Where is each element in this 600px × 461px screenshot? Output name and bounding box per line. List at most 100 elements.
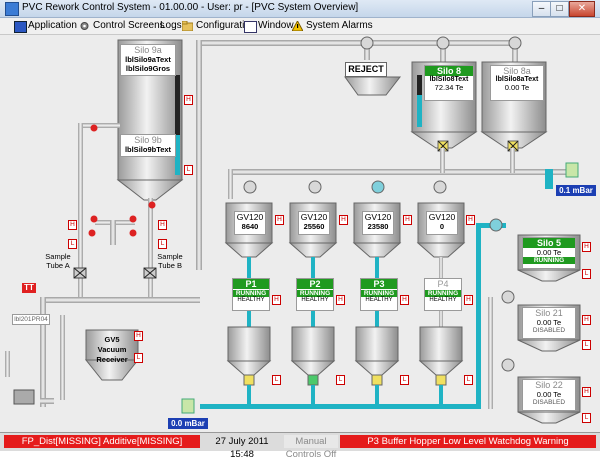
gv-name: GV120 bbox=[236, 212, 264, 222]
silo21-status: DISABLED bbox=[532, 327, 566, 334]
minimize-button[interactable]: – bbox=[532, 1, 551, 17]
high-level-tag: H bbox=[403, 215, 412, 225]
pipe bbox=[60, 315, 65, 400]
blower bbox=[13, 389, 35, 405]
valve bbox=[243, 180, 257, 194]
pipe bbox=[148, 198, 153, 303]
valve bbox=[433, 180, 447, 194]
status-datetime: 27 July 2011 15:48 bbox=[215, 436, 269, 460]
menu-logs-label: Logs bbox=[160, 20, 182, 31]
valve bbox=[371, 180, 385, 194]
tt-label: lbl201PR04 bbox=[12, 314, 50, 325]
status-missing: FP_Dist[MISSING] Additive[MISSING] bbox=[4, 435, 200, 448]
high-level-tag: H bbox=[272, 295, 281, 305]
status-alarm[interactable]: P3 Buffer Hopper Low Level Watchdog Warn… bbox=[340, 435, 596, 448]
menu-bar: Application Control Screens Logs Configu… bbox=[0, 18, 600, 35]
status-manual-controls[interactable]: Manual Controls Off bbox=[284, 435, 338, 460]
menu-window[interactable]: Window bbox=[244, 19, 294, 33]
low-level-tag: L bbox=[400, 375, 409, 385]
title-bar: PVC Rework Control System - 01.00.00 - U… bbox=[0, 0, 600, 18]
silo5-panel[interactable]: Silo 5 0.00 Te RUNNING bbox=[522, 237, 576, 269]
gv120-panel-3[interactable]: GV120 23580 bbox=[362, 211, 394, 235]
silo8-value: 72.34 Te bbox=[434, 83, 464, 92]
menu-application-label: Application bbox=[28, 20, 77, 31]
silo9-cone bbox=[116, 179, 184, 201]
reject-button[interactable]: REJECT bbox=[345, 62, 387, 77]
warning-icon bbox=[291, 19, 304, 32]
menu-application[interactable]: Application bbox=[14, 19, 77, 33]
maximize-button[interactable]: □ bbox=[550, 1, 569, 17]
low-level-tag: L bbox=[184, 165, 193, 175]
pump-name: P1 bbox=[233, 279, 269, 289]
pipe bbox=[5, 351, 10, 377]
pump-health: HEALTHY bbox=[429, 297, 457, 303]
gv-value: 0 bbox=[439, 222, 445, 231]
silo9-gros: lblSilo9Gros bbox=[125, 64, 171, 73]
pump-panel-p1[interactable]: P1 RUNNING HEALTHY bbox=[232, 278, 270, 311]
menu-logs[interactable]: Logs bbox=[146, 19, 182, 33]
gv120-panel-1[interactable]: GV120 8640 bbox=[234, 211, 266, 235]
gv-value: 23580 bbox=[367, 222, 389, 231]
high-level-tag: H bbox=[582, 387, 591, 397]
pump-status: RUNNING bbox=[233, 290, 269, 297]
valve bbox=[501, 290, 515, 304]
pump-panel-p4[interactable]: P4 RUNNING HEALTHY bbox=[424, 278, 462, 311]
silo8a-panel[interactable]: Silo 8a lblSilo8aText 0.00 Te bbox=[490, 65, 544, 101]
silo22-value: 0.00 Te bbox=[536, 390, 562, 399]
silo22-panel[interactable]: Silo 22 0.00 Te DISABLED bbox=[522, 379, 576, 411]
gv120-panel-4[interactable]: GV120 0 bbox=[426, 211, 458, 235]
gv-name: GV120 bbox=[364, 212, 392, 222]
pump-status: RUNNING bbox=[297, 290, 333, 297]
pump-name: P4 bbox=[437, 279, 449, 289]
valve bbox=[129, 229, 137, 237]
menu-system-alarms-label: System Alarms bbox=[306, 20, 373, 31]
high-level-tag: H bbox=[400, 295, 409, 305]
status-bar: FP_Dist[MISSING] Additive[MISSING] 27 Ju… bbox=[0, 432, 600, 460]
silo21-value: 0.00 Te bbox=[536, 318, 562, 327]
high-level-tag: H bbox=[336, 295, 345, 305]
pump-panel-p3[interactable]: P3 RUNNING HEALTHY bbox=[360, 278, 398, 311]
high-level-tag: H bbox=[275, 215, 284, 225]
window-icon bbox=[244, 21, 257, 33]
silo5-status: RUNNING bbox=[523, 257, 575, 264]
gv-name: GV120 bbox=[300, 212, 328, 222]
silo8-panel[interactable]: Silo 8 lblSilo8Text 72.34 Te bbox=[424, 65, 474, 101]
silo8-name: Silo 8 bbox=[425, 66, 473, 76]
pump-name: P3 bbox=[361, 279, 397, 289]
pump-health: HEALTHY bbox=[365, 297, 393, 303]
pressure-sensor bbox=[565, 162, 579, 178]
gv-name: GV120 bbox=[428, 212, 456, 222]
gv120-panel-2[interactable]: GV120 25560 bbox=[298, 211, 330, 235]
pipe-active bbox=[545, 169, 553, 189]
silo8-level-fill bbox=[417, 95, 422, 127]
silo9b-panel[interactable]: Silo 9b lblSilo9bText bbox=[120, 134, 176, 157]
sample-tube-b-label: Sample Tube B bbox=[157, 252, 183, 270]
pressure-readout-right: 0.1 mBar bbox=[556, 185, 596, 196]
menu-system-alarms[interactable]: System Alarms bbox=[291, 19, 373, 33]
pump-status: RUNNING bbox=[361, 290, 397, 297]
close-button[interactable]: ✕ bbox=[569, 1, 595, 17]
reject-hopper bbox=[344, 76, 402, 96]
temperature-transmitter[interactable]: TT bbox=[22, 283, 36, 293]
silo22-name: Silo 22 bbox=[535, 380, 563, 390]
pipe bbox=[196, 40, 202, 270]
high-level-tag: H bbox=[184, 95, 193, 105]
silo21-panel[interactable]: Silo 21 0.00 Te DISABLED bbox=[522, 307, 576, 339]
silo8a-name: Silo 8a bbox=[503, 66, 531, 76]
window-title: PVC Rework Control System - 01.00.00 - U… bbox=[22, 2, 359, 13]
valve bbox=[90, 215, 98, 223]
low-level-tag: L bbox=[582, 413, 591, 423]
pump-status: RUNNING bbox=[425, 290, 461, 297]
low-level-tag: L bbox=[582, 340, 591, 350]
silo9b-name: Silo 9b bbox=[134, 135, 162, 145]
gv5-label[interactable]: GV5 Vacuum Receiver bbox=[92, 335, 132, 369]
valve bbox=[90, 124, 98, 132]
high-level-tag: H bbox=[466, 215, 475, 225]
gv-value: 8640 bbox=[241, 222, 259, 231]
menu-window-label: Window bbox=[258, 20, 294, 31]
silo21-name: Silo 21 bbox=[535, 308, 563, 318]
pump-panel-p2[interactable]: P2 RUNNING HEALTHY bbox=[296, 278, 334, 311]
pipe-active bbox=[476, 223, 481, 409]
silo9a-panel[interactable]: Silo 9a lblSilo9aText lblSilo9Gros bbox=[120, 44, 176, 76]
valve bbox=[308, 180, 322, 194]
